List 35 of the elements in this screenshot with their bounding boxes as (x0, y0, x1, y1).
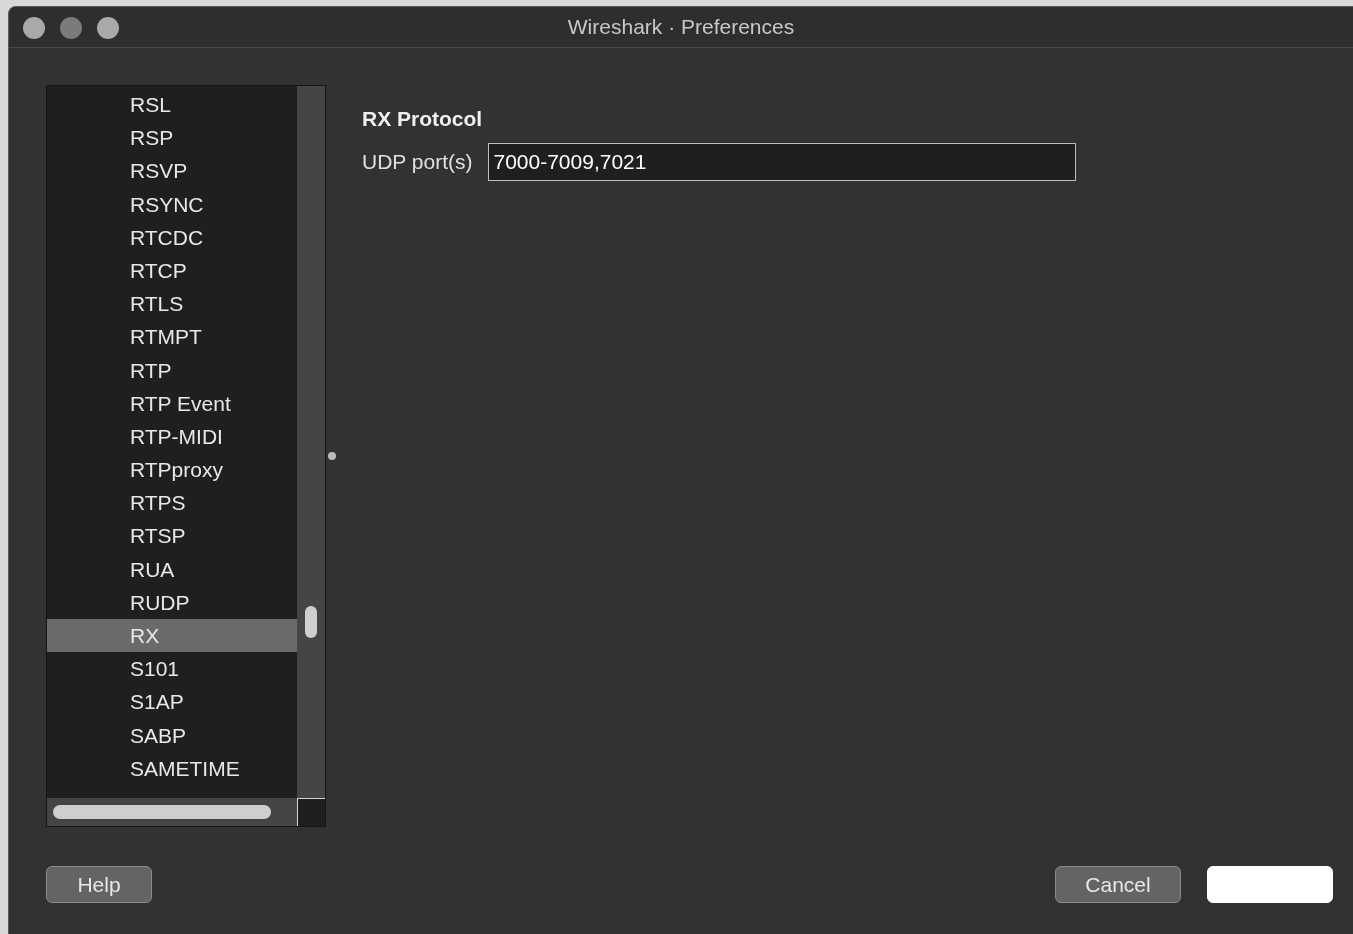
sidebar-item[interactable]: RTCDC (47, 220, 297, 254)
sidebar-item[interactable]: SABP (47, 718, 297, 752)
sidebar-item[interactable]: S101 (47, 652, 297, 686)
sidebar-item[interactable]: RTSP (47, 519, 297, 553)
sidebar-item[interactable]: RTP Event (47, 386, 297, 420)
sidebar-item[interactable]: RSYNC (47, 187, 297, 221)
window-title: Wireshark · Preferences (567, 15, 795, 39)
sidebar-item[interactable]: RTPS (47, 486, 297, 520)
maximize-icon[interactable] (97, 17, 119, 39)
minimize-icon[interactable] (60, 17, 82, 39)
close-icon[interactable] (23, 17, 45, 39)
sidebar-item[interactable]: RTPproxy (47, 453, 297, 487)
sidebar-item[interactable]: RUA (47, 552, 297, 586)
sidebar-item[interactable]: RTCP (47, 253, 297, 288)
help-button[interactable]: Help (46, 866, 152, 903)
horizontal-scrollbar[interactable] (47, 798, 297, 826)
input-field[interactable]: 7000-7009,7021 (488, 143, 1077, 181)
sidebar-item[interactable]: RTLS (47, 287, 297, 321)
sidebar-item[interactable]: RSVP (47, 154, 297, 188)
sidebar-item[interactable]: RSL (47, 88, 297, 122)
sidebar-item[interactable]: RX (47, 619, 297, 653)
sidebar-item[interactable]: SAMETIME (47, 751, 297, 785)
sidebar-item[interactable]: RSP (47, 121, 297, 155)
sidebar-item[interactable]: RTP-MIDI (47, 419, 297, 454)
sidebar-item[interactable]: RUDP (47, 585, 297, 619)
cancel-button[interactable]: Cancel (1055, 866, 1181, 903)
field-label: UDP port(s) (362, 150, 473, 174)
sidebar-item[interactable]: S1AP (47, 685, 297, 719)
sidebar-item[interactable]: RTMPT (47, 320, 297, 354)
vertical-scrollbar[interactable] (297, 86, 325, 798)
sidebar-item[interactable]: RTP (47, 353, 297, 387)
scroll-thumb[interactable] (53, 805, 271, 819)
scroll-thumb[interactable] (305, 606, 317, 638)
section-heading: RX Protocol (362, 107, 484, 131)
splitter-handle[interactable] (328, 452, 336, 460)
